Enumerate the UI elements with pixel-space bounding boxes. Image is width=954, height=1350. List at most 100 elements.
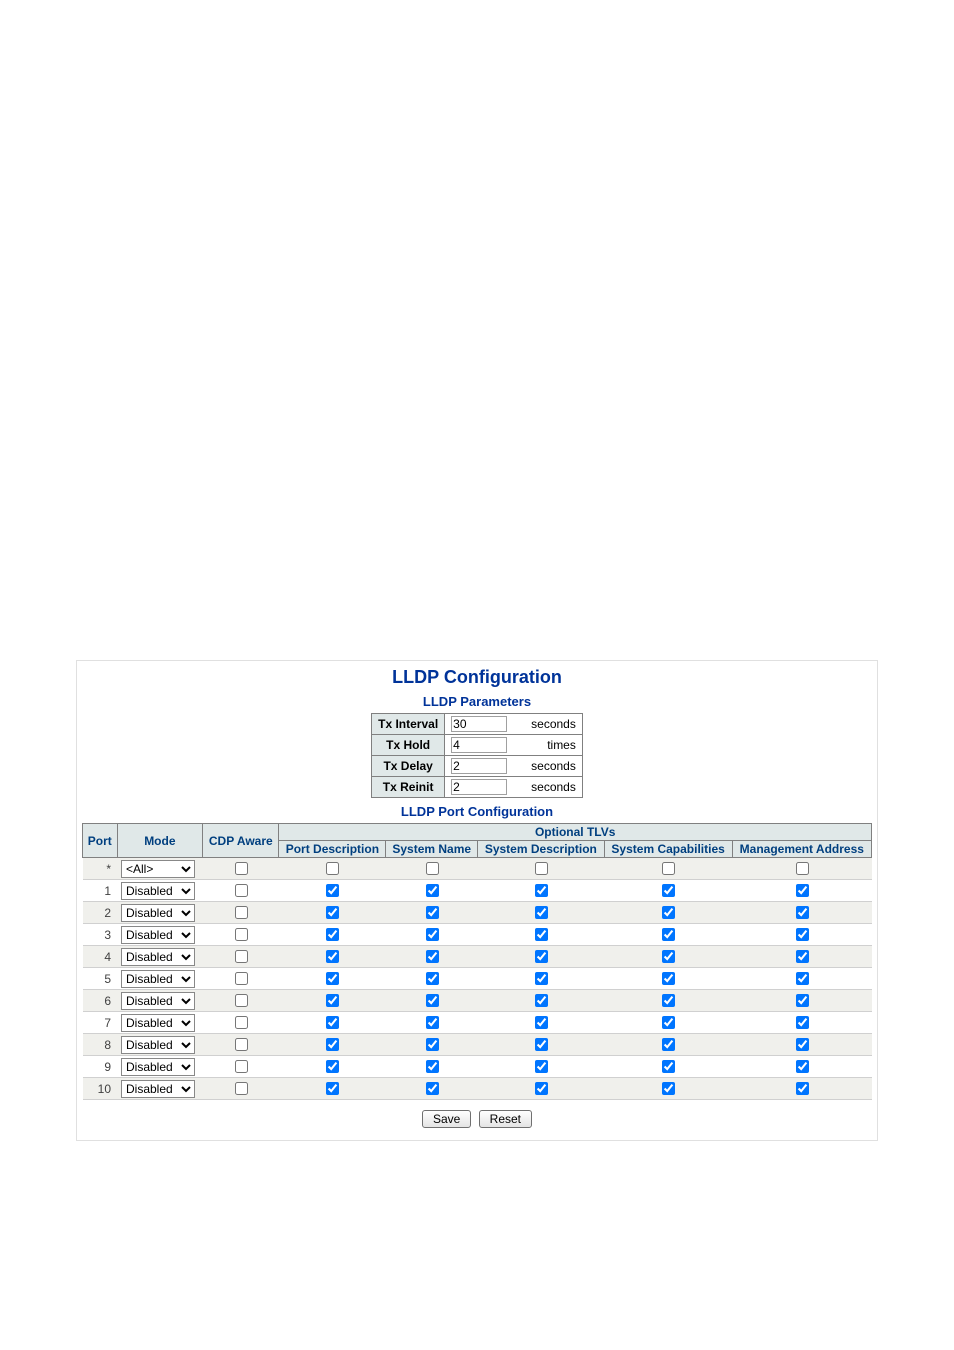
param-input[interactable] <box>451 779 507 795</box>
param-input[interactable] <box>451 716 507 732</box>
port-number: * <box>83 858 118 880</box>
checkbox[interactable] <box>326 1082 339 1095</box>
checkbox[interactable] <box>535 1038 548 1051</box>
checkbox[interactable] <box>535 1016 548 1029</box>
checkbox[interactable] <box>426 994 439 1007</box>
checkbox-all[interactable] <box>326 862 339 875</box>
checkbox[interactable] <box>235 950 248 963</box>
checkbox[interactable] <box>662 950 675 963</box>
checkbox[interactable] <box>426 906 439 919</box>
mode-select[interactable]: Disabled <box>121 970 195 988</box>
checkbox[interactable] <box>535 972 548 985</box>
checkbox[interactable] <box>235 928 248 941</box>
checkbox[interactable] <box>326 906 339 919</box>
checkbox[interactable] <box>662 1016 675 1029</box>
checkbox[interactable] <box>796 1060 809 1073</box>
param-input[interactable] <box>451 737 507 753</box>
checkbox[interactable] <box>235 994 248 1007</box>
checkbox[interactable] <box>326 972 339 985</box>
checkbox[interactable] <box>662 1082 675 1095</box>
checkbox[interactable] <box>535 906 548 919</box>
checkbox[interactable] <box>235 1082 248 1095</box>
checkbox[interactable] <box>796 950 809 963</box>
checkbox[interactable] <box>326 1038 339 1051</box>
port-number: 1 <box>83 880 118 902</box>
port-number: 3 <box>83 924 118 946</box>
checkbox[interactable] <box>326 1060 339 1073</box>
mode-select[interactable]: Disabled <box>121 904 195 922</box>
checkbox[interactable] <box>426 928 439 941</box>
col-system-capabilities: System Capabilities <box>604 841 732 858</box>
checkbox[interactable] <box>235 972 248 985</box>
checkbox[interactable] <box>796 1016 809 1029</box>
checkbox[interactable] <box>235 884 248 897</box>
col-port-description: Port Description <box>279 841 386 858</box>
checkbox[interactable] <box>326 884 339 897</box>
param-unit: times <box>513 735 582 756</box>
checkbox-all[interactable] <box>796 862 809 875</box>
checkbox[interactable] <box>662 1038 675 1051</box>
mode-select[interactable]: Disabled <box>121 1014 195 1032</box>
checkbox[interactable] <box>796 972 809 985</box>
checkbox[interactable] <box>426 1016 439 1029</box>
param-row: Tx Intervalseconds <box>372 714 583 735</box>
table-row: 7Disabled <box>83 1012 872 1034</box>
checkbox[interactable] <box>796 1038 809 1051</box>
checkbox[interactable] <box>535 1082 548 1095</box>
checkbox[interactable] <box>796 884 809 897</box>
checkbox[interactable] <box>426 1060 439 1073</box>
checkbox[interactable] <box>796 1082 809 1095</box>
checkbox[interactable] <box>326 928 339 941</box>
table-row: 2Disabled <box>83 902 872 924</box>
checkbox[interactable] <box>426 1082 439 1095</box>
page-title: LLDP Configuration <box>77 667 877 688</box>
checkbox[interactable] <box>235 1038 248 1051</box>
table-row: 5Disabled <box>83 968 872 990</box>
checkbox-all[interactable] <box>662 862 675 875</box>
checkbox[interactable] <box>796 906 809 919</box>
checkbox[interactable] <box>535 994 548 1007</box>
checkbox[interactable] <box>662 906 675 919</box>
checkbox[interactable] <box>535 884 548 897</box>
checkbox[interactable] <box>662 928 675 941</box>
checkbox[interactable] <box>662 1060 675 1073</box>
checkbox[interactable] <box>426 972 439 985</box>
param-name: Tx Hold <box>372 735 445 756</box>
checkbox[interactable] <box>235 1016 248 1029</box>
checkbox[interactable] <box>662 884 675 897</box>
mode-select[interactable]: Disabled <box>121 926 195 944</box>
checkbox[interactable] <box>426 884 439 897</box>
reset-button[interactable]: Reset <box>479 1110 532 1128</box>
checkbox-all[interactable] <box>426 862 439 875</box>
checkbox[interactable] <box>535 950 548 963</box>
checkbox[interactable] <box>662 972 675 985</box>
mode-select[interactable]: Disabled <box>121 1036 195 1054</box>
checkbox[interactable] <box>426 950 439 963</box>
checkbox-all[interactable] <box>235 862 248 875</box>
checkbox[interactable] <box>235 906 248 919</box>
checkbox[interactable] <box>326 1016 339 1029</box>
col-mode: Mode <box>117 824 203 858</box>
param-input[interactable] <box>451 758 507 774</box>
checkbox[interactable] <box>426 1038 439 1051</box>
checkbox[interactable] <box>235 1060 248 1073</box>
table-row: 6Disabled <box>83 990 872 1012</box>
mode-select[interactable]: Disabled <box>121 1058 195 1076</box>
mode-select-all[interactable]: <All> <box>121 860 195 878</box>
save-button[interactable]: Save <box>422 1110 471 1128</box>
checkbox[interactable] <box>796 928 809 941</box>
checkbox-all[interactable] <box>535 862 548 875</box>
checkbox[interactable] <box>326 950 339 963</box>
checkbox[interactable] <box>796 994 809 1007</box>
mode-select[interactable]: Disabled <box>121 1080 195 1098</box>
checkbox[interactable] <box>662 994 675 1007</box>
table-row: 10Disabled <box>83 1078 872 1100</box>
mode-select[interactable]: Disabled <box>121 882 195 900</box>
checkbox[interactable] <box>326 994 339 1007</box>
mode-select[interactable]: Disabled <box>121 992 195 1010</box>
param-name: Tx Interval <box>372 714 445 735</box>
checkbox[interactable] <box>535 1060 548 1073</box>
checkbox[interactable] <box>535 928 548 941</box>
mode-select[interactable]: Disabled <box>121 948 195 966</box>
col-management-address: Management Address <box>732 841 871 858</box>
